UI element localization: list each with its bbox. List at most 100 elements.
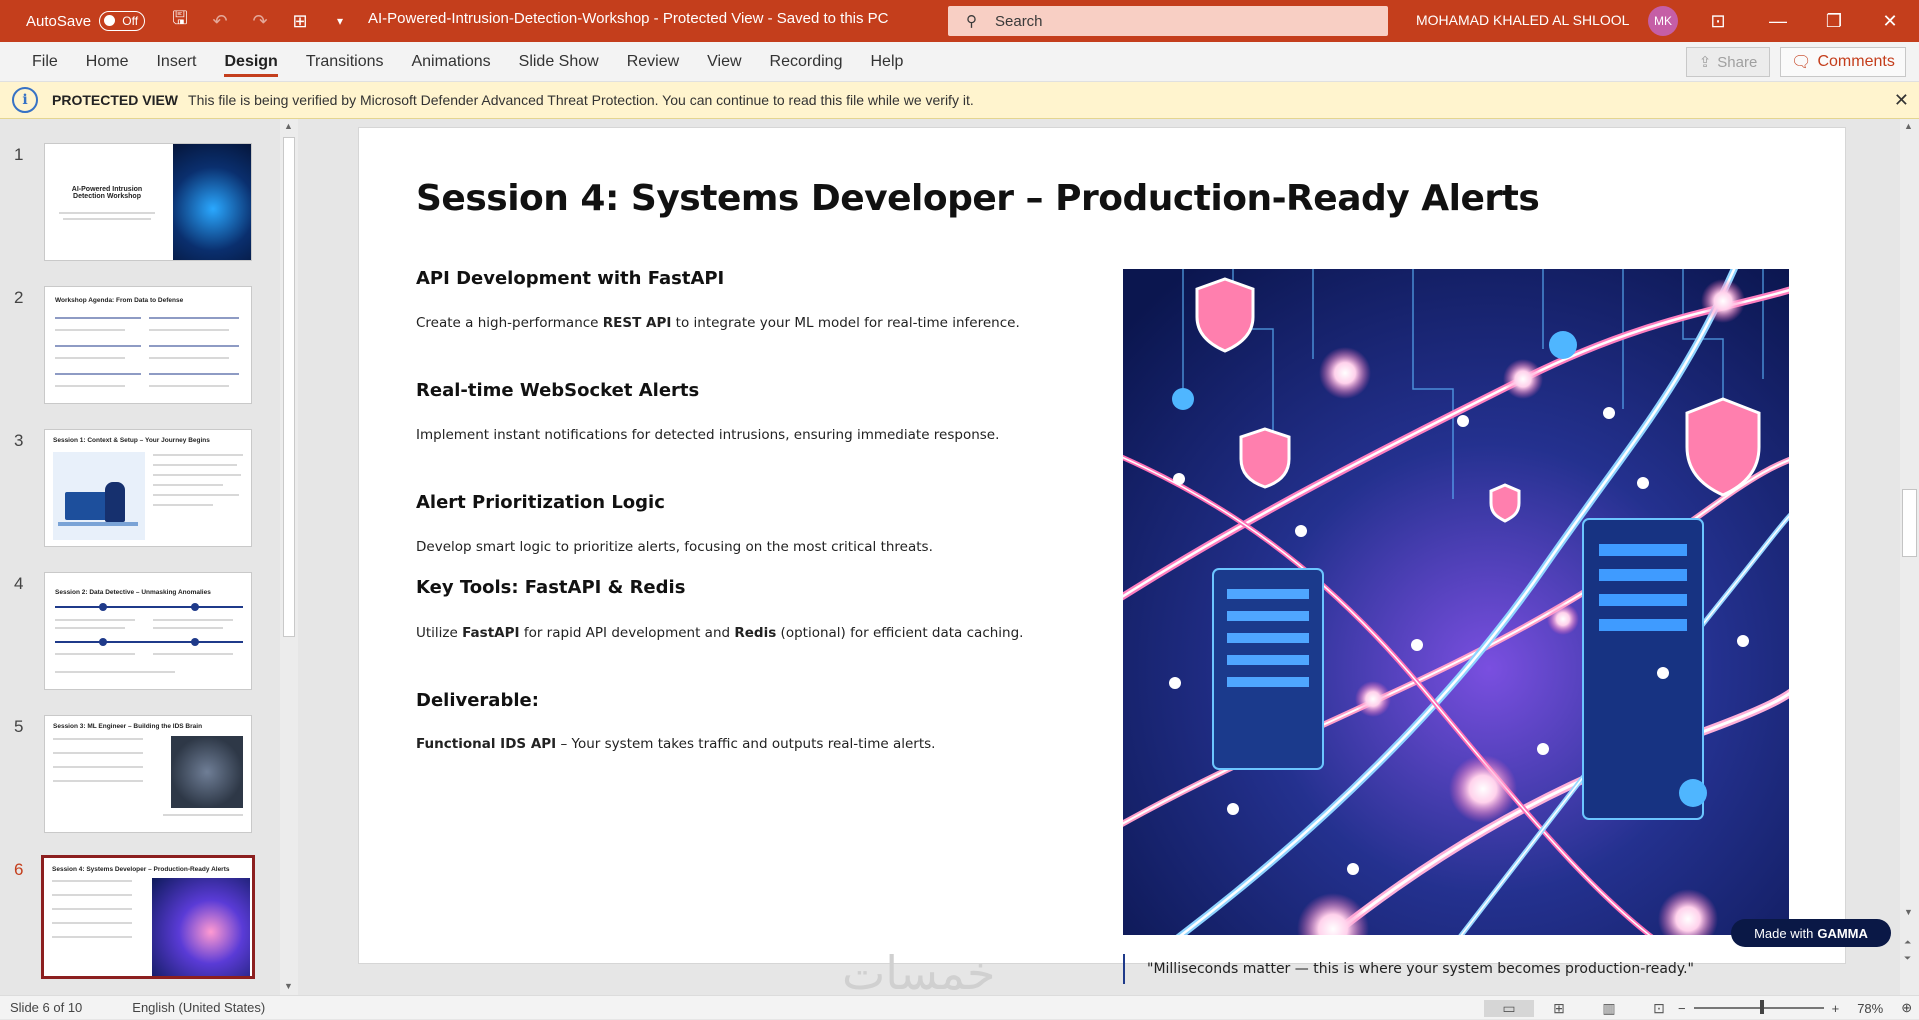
thumbnail-scroll-thumb[interactable] [283, 137, 295, 637]
info-icon: i [12, 87, 38, 113]
status-bar: Slide 6 of 10 English (United States) ▭ … [0, 995, 1919, 1019]
section-body[interactable]: Create a high-performance REST API to in… [416, 315, 1020, 331]
badge-brand: GAMMA [1817, 925, 1868, 941]
thumbnail-slide-4[interactable]: 4 Session 2: Data Detective – Unmasking … [0, 572, 282, 690]
close-bar-icon[interactable]: ✕ [1894, 90, 1909, 111]
share-icon: ⇪ [1698, 54, 1712, 71]
tab-animations[interactable]: Animations [397, 42, 504, 82]
present-icon[interactable]: ⊞ [287, 11, 313, 32]
zoom-slider-knob[interactable] [1759, 1000, 1764, 1014]
scroll-down-icon[interactable]: ▼ [284, 981, 293, 991]
customize-qat-icon[interactable]: ▾ [327, 14, 353, 28]
section-body[interactable]: Functional IDS API – Your system takes t… [416, 736, 935, 752]
thumbnail-number: 3 [14, 431, 24, 450]
slide-editor: Session 4: Systems Developer – Productio… [298, 119, 1900, 995]
slide-sorter-icon[interactable]: ⊞ [1534, 1000, 1584, 1017]
autosave-label: AutoSave [26, 12, 92, 30]
tab-design[interactable]: Design [210, 42, 291, 82]
previous-slide-icon[interactable]: ⏶ [1904, 937, 1911, 948]
view-switcher: ▭ ⊞ ▥ ⊡ [1484, 996, 1684, 1020]
thumbnail-title: Session 1: Context & Setup – Your Journe… [53, 437, 210, 444]
section-body[interactable]: Implement instant notifications for dete… [416, 427, 999, 443]
thumbnail-frame-selected: Session 4: Systems Developer – Productio… [41, 855, 255, 979]
user-name[interactable]: MOHAMAD KHALED AL SHLOOL [1416, 12, 1629, 28]
tab-slide-show[interactable]: Slide Show [505, 42, 613, 82]
thumbnail-slide-3[interactable]: 3 Session 1: Context & Setup – Your Jour… [0, 429, 282, 547]
ribbon-display-icon[interactable]: ⊡ [1690, 0, 1746, 42]
restore-icon[interactable]: ❐ [1806, 0, 1862, 42]
badge-prefix: Made with [1754, 925, 1814, 941]
thumbnail-scrollbar[interactable]: ▲ ▼ [280, 119, 298, 995]
fit-slide-icon[interactable]: ⊕ [1901, 1000, 1912, 1016]
thumbnail-slide-2[interactable]: 2 Workshop Agenda: From Data to Defense [0, 286, 282, 404]
search-input[interactable]: ⚲ Search [948, 6, 1388, 36]
share-button[interactable]: ⇪ Share [1686, 47, 1770, 77]
tab-insert[interactable]: Insert [142, 42, 210, 82]
minimize-icon[interactable]: — [1750, 0, 1806, 42]
thumbnail-frame: AI-Powered Intrusion Detection Workshop [44, 143, 252, 261]
slide-counter: Slide 6 of 10 [10, 1000, 83, 1015]
zoom-level[interactable]: 78% [1857, 1001, 1883, 1016]
zoom-in-icon[interactable]: + [1832, 1001, 1840, 1016]
comment-icon: 🗨 [1791, 54, 1812, 71]
section-heading[interactable]: API Development with FastAPI [416, 268, 724, 289]
thumbnail-number: 6 [14, 860, 24, 879]
redo-icon[interactable]: ↷ [247, 11, 273, 32]
avatar[interactable]: MK [1648, 6, 1678, 36]
scroll-up-icon[interactable]: ▲ [284, 121, 293, 131]
undo-icon[interactable]: ↶ [207, 11, 233, 32]
title-bar: AutoSave Off 🖫 ↶ ↷ ⊞ ▾ AI-Powered-Intrus… [0, 0, 1919, 42]
thumbnail-title: Session 4: Systems Developer – Productio… [52, 866, 230, 873]
slide-scroll-thumb[interactable] [1902, 489, 1917, 557]
comments-button[interactable]: 🗨 Comments [1780, 47, 1906, 77]
tab-help[interactable]: Help [856, 42, 917, 82]
section-heading[interactable]: Real-time WebSocket Alerts [416, 380, 699, 401]
tab-home[interactable]: Home [72, 42, 143, 82]
autosave-toggle[interactable]: Off [99, 11, 146, 31]
network-security-artwork [1123, 269, 1789, 935]
thumbnail-number: 2 [14, 288, 24, 307]
save-icon[interactable]: 🖫 [167, 6, 193, 36]
slide-illustration[interactable] [1123, 269, 1789, 935]
section-heading[interactable]: Alert Prioritization Logic [416, 492, 665, 513]
thumbnail-illustration [53, 452, 145, 540]
thumbnail-title: Session 2: Data Detective – Unmasking An… [55, 589, 211, 596]
tab-transitions[interactable]: Transitions [292, 42, 398, 82]
section-heading[interactable]: Key Tools: FastAPI & Redis [416, 577, 685, 598]
scroll-down-icon[interactable]: ▼ [1904, 907, 1913, 917]
normal-view-icon[interactable]: ▭ [1484, 999, 1534, 1017]
thumbnail-frame: Session 2: Data Detective – Unmasking An… [44, 572, 252, 690]
search-placeholder: Search [995, 12, 1043, 30]
zoom-slider[interactable] [1693, 1000, 1824, 1014]
quick-access-toolbar: 🖫 ↶ ↷ ⊞ ▾ [167, 6, 353, 36]
tab-recording[interactable]: Recording [756, 42, 857, 82]
tab-file[interactable]: File [18, 42, 72, 82]
thumbnail-slide-6[interactable]: 6 Session 4: Systems Developer – Product… [0, 855, 282, 979]
language-indicator[interactable]: English (United States) [132, 1000, 265, 1015]
protected-view-label: PROTECTED VIEW [52, 92, 179, 108]
next-slide-icon[interactable]: ⏷ [1904, 953, 1911, 964]
search-icon: ⚲ [966, 13, 977, 30]
tab-view[interactable]: View [693, 42, 755, 82]
reading-view-icon[interactable]: ▥ [1584, 1000, 1634, 1017]
slideshow-view-icon[interactable]: ⊡ [1634, 1000, 1684, 1017]
close-icon[interactable]: ✕ [1862, 0, 1918, 42]
slide-quote[interactable]: "Milliseconds matter — this is where you… [1123, 954, 1694, 984]
watermark: خمسات [842, 946, 996, 995]
slide-title[interactable]: Session 4: Systems Developer – Productio… [416, 178, 1540, 219]
thumbnail-title: Workshop Agenda: From Data to Defense [55, 297, 184, 304]
thumbnail-slide-1[interactable]: 1 AI-Powered Intrusion Detection Worksho… [0, 143, 282, 261]
autosave[interactable]: AutoSave Off [26, 11, 146, 31]
thumbnail-title: Session 3: ML Engineer – Building the ID… [53, 723, 203, 730]
protected-view-bar: i PROTECTED VIEW This file is being veri… [0, 82, 1919, 119]
section-body[interactable]: Develop smart logic to prioritize alerts… [416, 539, 933, 555]
thumbnail-number: 1 [14, 145, 24, 164]
slide-scrollbar[interactable]: ▲ ▼ ⏶ ⏷ [1900, 119, 1919, 995]
thumbnail-slide-5[interactable]: 5 Session 3: ML Engineer – Building the … [0, 715, 282, 833]
scroll-up-icon[interactable]: ▲ [1904, 121, 1913, 131]
section-body[interactable]: Utilize FastAPI for rapid API developmen… [416, 625, 1023, 641]
zoom-out-icon[interactable]: − [1678, 1001, 1686, 1016]
made-with-gamma-badge[interactable]: Made with GAMMA [1731, 919, 1891, 947]
tab-review[interactable]: Review [613, 42, 693, 82]
section-heading[interactable]: Deliverable: [416, 690, 539, 711]
